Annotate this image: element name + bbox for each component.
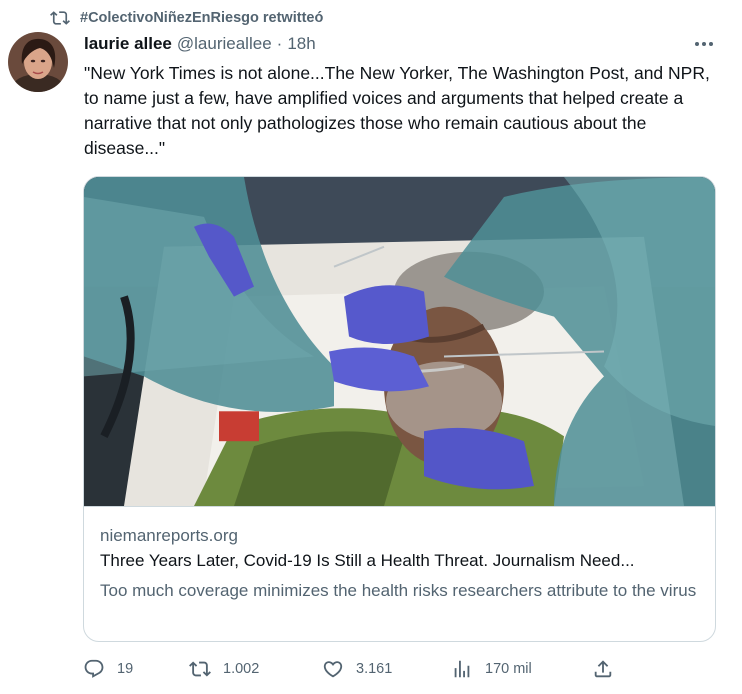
retweet-context-text[interactable]: #ColectivoNiñezEnRiesgo retwitteó — [80, 10, 323, 26]
retweet-context: #ColectivoNiñezEnRiesgo retwitteó — [50, 8, 323, 28]
link-card[interactable]: niemanreports.org Three Years Later, Cov… — [83, 176, 716, 642]
avatar[interactable] — [8, 32, 68, 92]
reply-count: 19 — [117, 661, 134, 677]
header-separator: · — [276, 34, 283, 53]
card-description: Too much coverage minimizes the health r… — [100, 581, 697, 600]
retweet-icon — [189, 661, 211, 677]
card-image[interactable] — [84, 177, 716, 507]
views-button[interactable]: 170 mil — [451, 658, 532, 680]
author-handle[interactable]: @laurieallee — [177, 34, 272, 54]
author-name[interactable]: laurie allee — [84, 34, 172, 54]
card-title: Three Years Later, Covid-19 Is Still a H… — [100, 551, 635, 570]
reply-icon — [84, 659, 104, 678]
reply-button[interactable]: 19 — [83, 658, 133, 680]
like-button[interactable]: 3.161 — [322, 658, 392, 680]
tweet-time[interactable]: 18h — [287, 34, 315, 54]
heart-icon — [323, 661, 343, 678]
tweet-text: "New York Times is not alone...The New Y… — [84, 63, 710, 158]
views-icon — [454, 660, 470, 678]
share-button[interactable] — [592, 658, 614, 680]
retweet-count: 1.002 — [223, 661, 260, 677]
more-icon[interactable] — [692, 36, 716, 52]
views-count: 170 mil — [485, 661, 532, 677]
tweet-actions: 19 1.002 3.161 170 mil — [0, 656, 742, 686]
like-count: 3.161 — [356, 661, 393, 677]
retweet-icon — [50, 11, 70, 25]
retweet-button[interactable]: 1.002 — [189, 658, 259, 680]
card-domain: niemanreports.org — [100, 526, 238, 545]
share-icon — [594, 660, 612, 678]
tweet-header: laurie allee @laurieallee · 18h — [84, 34, 316, 54]
